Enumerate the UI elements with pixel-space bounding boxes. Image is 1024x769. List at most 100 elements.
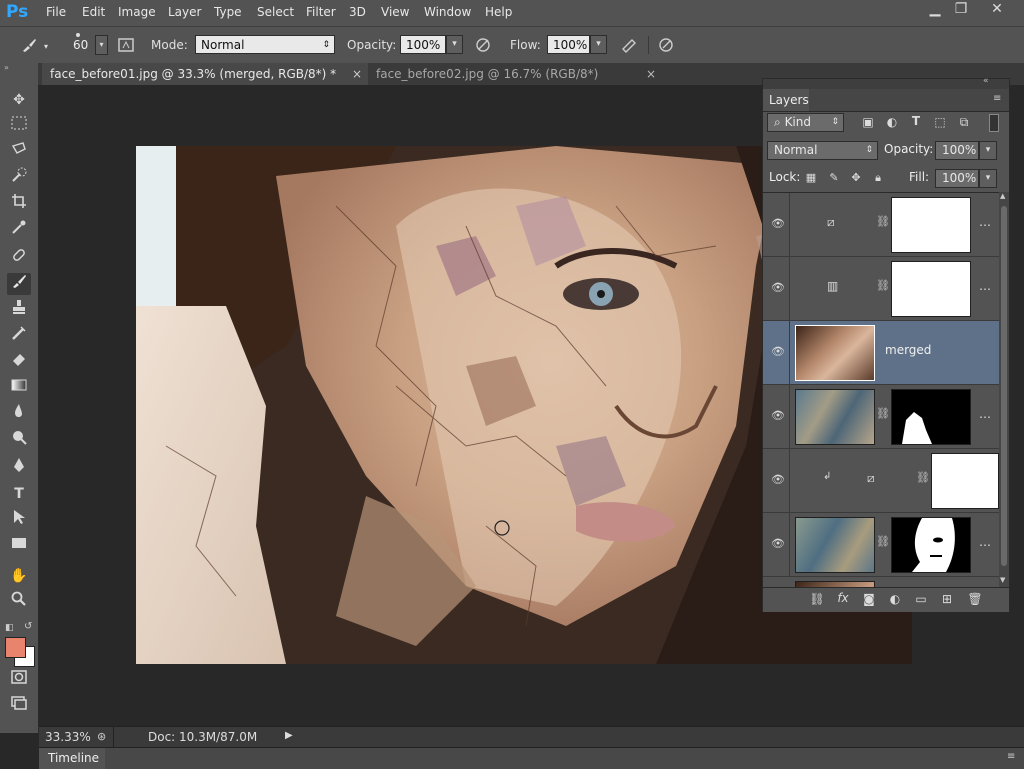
default-colors-icon[interactable]: ◧ (5, 623, 14, 633)
layer-mask-thumbnail[interactable] (891, 517, 971, 573)
delete-layer-icon[interactable]: 🗑︎ (967, 592, 983, 606)
visibility-eye-icon[interactable]: 👁︎ (771, 281, 785, 295)
swap-colors-icon[interactable]: ↺ (24, 621, 32, 632)
link-layers-icon[interactable]: ⛓ (809, 592, 825, 606)
link-icon[interactable]: ⛓ (876, 215, 890, 228)
collapse-toolbar-icon[interactable]: » (4, 63, 9, 72)
tab-face-before02[interactable]: face_before02.jpg @ 16.7% (RGB/8*) × (368, 63, 668, 85)
new-layer-icon[interactable]: ⊞ (939, 592, 955, 606)
opacity-dropdown-icon[interactable]: ▾ (979, 141, 997, 160)
pressure-size-icon[interactable] (657, 36, 675, 54)
brush-panel-toggle-icon[interactable] (117, 36, 135, 54)
layer-row[interactable]: 👁︎ ⛓ … (763, 513, 999, 577)
link-icon[interactable]: ⛓ (876, 535, 890, 548)
brush-tool-icon[interactable] (7, 273, 31, 295)
layer-mask-thumbnail[interactable] (891, 389, 971, 445)
hand-tool-icon[interactable]: ✋ (7, 565, 31, 587)
layer-name[interactable]: merged (885, 343, 931, 357)
restore-button[interactable]: ❐ (946, 0, 976, 20)
filter-pixel-icon[interactable]: ▣ (860, 115, 876, 129)
clone-stamp-tool-icon[interactable] (7, 299, 31, 321)
filter-adjustment-icon[interactable]: ◐ (884, 115, 900, 129)
fill-dropdown-icon[interactable]: ▾ (979, 169, 997, 188)
layers-scrollbar[interactable]: ▲ ▼ (999, 192, 1009, 587)
layer-row[interactable]: 👁︎ ⛓ … (763, 385, 999, 449)
move-tool-icon[interactable]: ✥ (7, 89, 31, 111)
filter-smart-object-icon[interactable]: ⧉ (956, 115, 972, 130)
preset-dropdown-arrow-icon[interactable]: ▾ (44, 42, 48, 51)
mode-select[interactable]: Normal ⇕ (195, 35, 335, 54)
dodge-tool-icon[interactable] (7, 429, 31, 451)
foreground-color-swatch[interactable] (5, 637, 26, 658)
brush-size-dropdown-icon[interactable]: ▾ (95, 35, 108, 55)
new-group-icon[interactable]: ▭ (913, 592, 929, 606)
panel-menu-icon[interactable]: ≡ (1007, 751, 1015, 762)
blend-mode-select[interactable]: Normal ⇕ (767, 141, 878, 160)
tab-face-before01[interactable]: face_before01.jpg @ 33.3% (merged, RGB/8… (42, 63, 368, 85)
menu-file[interactable]: File (46, 5, 66, 19)
link-icon[interactable]: ⛓ (876, 279, 890, 292)
flow-field[interactable]: 100% (547, 35, 590, 54)
airbrush-icon[interactable] (620, 36, 638, 54)
marquee-tool-icon[interactable] (7, 115, 31, 137)
layer-row[interactable]: 👁︎ ⧄ ⛓ … (763, 193, 999, 257)
zoom-tool-icon[interactable] (7, 591, 31, 613)
add-layer-style-icon[interactable]: fx (835, 591, 851, 605)
crop-tool-icon[interactable] (7, 193, 31, 215)
fill-field[interactable]: 100% (935, 169, 979, 188)
flow-dropdown-icon[interactable]: ▾ (590, 35, 607, 54)
brush-size-picker[interactable]: 60 ▾ (68, 33, 108, 57)
type-tool-icon[interactable]: T (7, 483, 31, 505)
menu-type[interactable]: Type (214, 5, 242, 19)
filter-shape-icon[interactable]: ⬚ (932, 115, 948, 129)
visibility-eye-icon[interactable]: 👁︎ (771, 537, 785, 551)
quick-mask-icon[interactable] (7, 669, 31, 691)
new-adjustment-layer-icon[interactable]: ◐ (887, 592, 903, 606)
link-icon[interactable]: ⛓ (876, 407, 890, 420)
menu-select[interactable]: Select (257, 5, 294, 19)
layers-tab[interactable]: Layers (763, 89, 809, 111)
quick-selection-tool-icon[interactable] (7, 167, 31, 189)
pen-tool-icon[interactable] (7, 457, 31, 479)
menu-3d[interactable]: 3D (349, 5, 366, 19)
visibility-eye-icon[interactable]: 👁︎ (771, 473, 785, 487)
lock-all-icon[interactable]: 🔒︎ (870, 171, 886, 185)
blur-tool-icon[interactable] (7, 403, 31, 425)
eyedropper-tool-icon[interactable] (7, 219, 31, 241)
status-share-icon[interactable]: ⊛ (97, 730, 106, 743)
timeline-tab[interactable]: Timeline (39, 748, 105, 769)
path-selection-tool-icon[interactable] (7, 509, 31, 531)
pressure-opacity-icon[interactable] (474, 36, 492, 54)
visibility-eye-icon[interactable]: 👁︎ (771, 345, 785, 359)
history-brush-tool-icon[interactable] (7, 325, 31, 347)
scroll-down-icon[interactable]: ▼ (1000, 576, 1005, 584)
lasso-tool-icon[interactable] (7, 141, 31, 163)
layer-mask-thumbnail[interactable] (891, 261, 971, 317)
lock-position-icon[interactable]: ✥ (848, 171, 864, 184)
lock-image-icon[interactable]: ✎ (826, 171, 842, 184)
filter-kind-select[interactable]: ⌕ Kind ⇕ (767, 113, 844, 132)
layer-row[interactable]: 👁︎ ↲ ⧄ ⛓ (763, 449, 999, 513)
status-menu-arrow-icon[interactable]: ▶ (285, 730, 293, 741)
gradient-tool-icon[interactable] (7, 377, 31, 399)
menu-edit[interactable]: Edit (82, 5, 105, 19)
menu-view[interactable]: View (381, 5, 409, 19)
add-mask-icon[interactable]: ◙ (861, 592, 877, 606)
opacity-dropdown-icon[interactable]: ▾ (446, 35, 463, 54)
scroll-up-icon[interactable]: ▲ (1000, 192, 1005, 200)
layer-thumbnail[interactable] (795, 517, 875, 573)
close-window-button[interactable]: ✕ (982, 0, 1012, 20)
filter-type-icon[interactable]: T (908, 114, 924, 128)
layer-opacity-field[interactable]: 100% (935, 141, 979, 160)
layer-row-merged[interactable]: 👁︎ merged (763, 321, 999, 385)
scrollbar-thumb[interactable] (1001, 206, 1007, 566)
layer-thumbnail[interactable] (795, 325, 875, 381)
panel-menu-icon[interactable]: ≡ (993, 93, 1001, 104)
tab-close-icon[interactable]: × (646, 63, 656, 85)
screen-mode-icon[interactable] (7, 695, 31, 717)
brush-tool-preset-icon[interactable] (20, 36, 38, 54)
visibility-eye-icon[interactable]: 👁︎ (771, 217, 785, 231)
healing-brush-tool-icon[interactable] (7, 247, 31, 269)
layer-mask-thumbnail[interactable] (931, 453, 999, 509)
collapse-panel-icon[interactable]: « (983, 76, 989, 86)
